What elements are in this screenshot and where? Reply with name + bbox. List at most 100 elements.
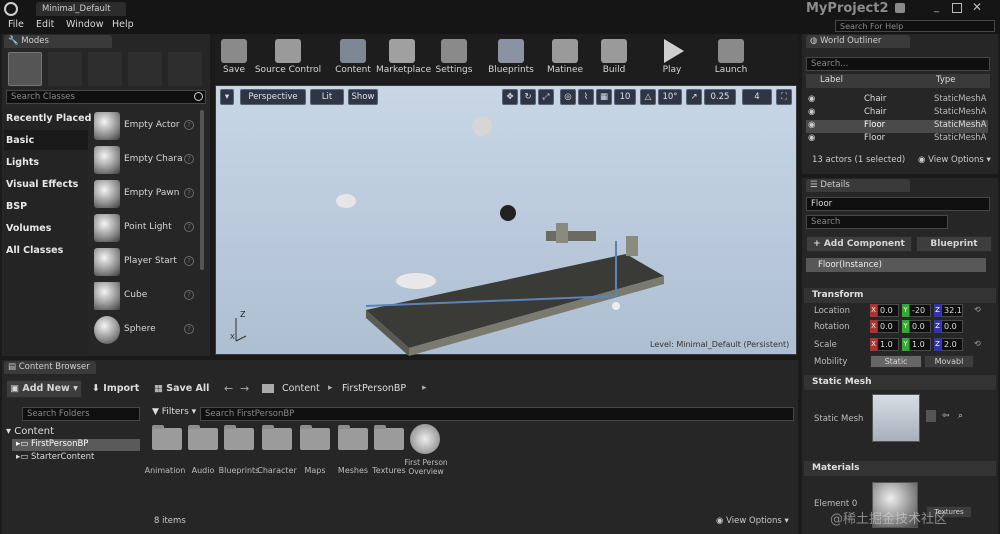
transform-header[interactable]: Transform [804,288,996,303]
help-icon[interactable]: ? [184,324,194,334]
outliner-col-label[interactable]: Label [820,75,843,85]
launch-button[interactable]: Launch [712,35,750,81]
browse-icon[interactable]: ⌕ [958,411,963,421]
place-item-sphere[interactable]: Sphere? [92,314,200,346]
place-item-player-start[interactable]: Player Start? [92,246,200,278]
menu-help[interactable]: Help [112,19,134,30]
help-icon[interactable]: ? [184,188,194,198]
maximize-viewport-icon[interactable]: ⛶ [776,89,792,105]
category-bsp[interactable]: BSP [6,201,27,212]
location-z-field[interactable]: 32.1 [941,304,963,317]
eye-icon[interactable]: ◉ [808,94,815,104]
place-item-empty-character[interactable]: Empty Chara? [92,144,200,176]
outliner-col-type[interactable]: Type [936,75,956,85]
tree-row-content[interactable]: ▾ Content [6,426,54,437]
content-view-options[interactable]: ◉ View Options ▾ [716,516,789,526]
place-item-empty-actor[interactable]: Empty Actor? [92,110,200,142]
menu-window[interactable]: Window [66,19,103,30]
location-x-field[interactable]: 0.0 [877,304,899,317]
category-visual-effects[interactable]: Visual Effects [6,179,78,190]
translate-mode-icon[interactable]: ✥ [502,89,518,105]
menu-edit[interactable]: Edit [36,19,54,30]
outliner-search-input[interactable]: Search... [806,57,990,71]
category-recently-placed[interactable]: Recently Placed [6,113,91,124]
modes-scrollbar[interactable] [200,110,204,270]
viewport-options-button[interactable]: ▾ [220,89,234,105]
mode-place-icon[interactable] [8,52,42,86]
help-icon[interactable]: ? [184,290,194,300]
place-item-cube[interactable]: Cube? [92,280,200,312]
lit-button[interactable]: Lit [310,89,344,105]
path-root[interactable]: Content [282,383,320,394]
scale-mode-icon[interactable]: ⤢ [538,89,554,105]
instance-row[interactable]: Floor(Instance) [806,258,986,272]
location-y-field[interactable]: -20 [909,304,931,317]
forward-arrow-icon[interactable]: → [240,382,249,395]
save-button[interactable]: Save [218,35,250,81]
world-space-icon[interactable]: ◎ [560,89,576,105]
source-control-button[interactable]: Source Control [254,35,322,81]
folder-textures-icon[interactable] [374,425,404,450]
folder-audio-icon[interactable] [188,425,218,450]
mobility-movable-button[interactable]: Movabl [924,355,974,368]
build-button[interactable]: Build [598,35,630,81]
content-browser-tab[interactable]: ▤ Content Browser [4,361,96,374]
place-item-point-light[interactable]: Point Light? [92,212,200,244]
rotation-snap-icon[interactable]: △ [640,89,656,105]
eye-icon[interactable]: ◉ [808,133,815,143]
help-icon[interactable]: ? [184,222,194,232]
filters-button[interactable]: ▼ Filters ▾ [152,407,196,417]
blueprints-button[interactable]: Blueprints [488,35,534,81]
mode-foliage-icon[interactable] [128,52,162,86]
outliner-row[interactable]: ◉ Floor StaticMeshA [806,133,988,146]
scale-y-field[interactable]: 1.0 [909,338,931,351]
reset-arrow-icon[interactable]: ⟲ [974,339,981,348]
minimize-button[interactable]: _ [934,2,948,14]
mode-landscape-icon[interactable] [88,52,122,86]
perspective-button[interactable]: Perspective [240,89,306,105]
surface-snap-icon[interactable]: ⌇ [578,89,594,105]
modes-tab[interactable]: 🔧 Modes [4,35,112,48]
outliner-row[interactable]: ◉ Chair StaticMeshA [806,94,988,107]
details-tab[interactable]: ☰ Details [806,179,910,192]
rotation-y-field[interactable]: 0.0 [909,320,931,333]
mobility-static-button[interactable]: Static [870,355,922,368]
maximize-button[interactable] [952,3,962,13]
materials-header[interactable]: Materials [804,461,996,476]
category-basic[interactable]: Basic [6,135,34,146]
scale-snap-value[interactable]: 0.25 [704,89,736,105]
scale-x-field[interactable]: 1.0 [877,338,899,351]
scale-snap-icon[interactable]: ↗ [686,89,702,105]
rotate-mode-icon[interactable]: ↻ [520,89,536,105]
rotation-snap-value[interactable]: 10° [658,89,682,105]
mode-paint-icon[interactable] [48,52,82,86]
folder-maps-icon[interactable] [300,425,330,450]
search-assets-input[interactable]: Search FirstPersonBP [200,407,794,421]
add-component-button[interactable]: + Add Component [806,236,912,252]
static-mesh-header[interactable]: Static Mesh [804,375,996,390]
details-search-input[interactable]: Search [806,215,948,229]
search-classes-input[interactable]: Search Classes [6,90,206,104]
help-icon[interactable]: ? [184,154,194,164]
notification-icon[interactable] [895,3,905,13]
static-mesh-thumbnail[interactable] [872,394,920,442]
help-icon[interactable]: ? [184,256,194,266]
category-volumes[interactable]: Volumes [6,223,51,234]
level-tab[interactable]: Minimal_Default [36,2,126,16]
overview-asset-thumbnail[interactable] [410,424,440,454]
folder-character-icon[interactable] [262,425,292,450]
mode-geometry-icon[interactable] [168,52,202,86]
marketplace-button[interactable]: Marketplace [376,35,431,81]
actor-name-input[interactable]: Floor [806,197,990,211]
scale-z-field[interactable]: 2.0 [941,338,963,351]
camera-speed-button[interactable]: 4 [742,89,772,105]
rotation-x-field[interactable]: 0.0 [877,320,899,333]
save-all-button[interactable]: ▦ Save All [154,383,209,394]
reset-arrow-icon[interactable]: ⟲ [974,305,981,314]
back-arrow-icon[interactable]: ← [224,382,233,395]
folder-animation-icon[interactable] [152,425,182,450]
category-all-classes[interactable]: All Classes [6,245,63,256]
tree-row-startercontent[interactable]: ▸▭ StarterContent [12,452,94,462]
path-child[interactable]: FirstPersonBP [342,383,406,394]
grid-snap-icon[interactable]: ▦ [596,89,612,105]
